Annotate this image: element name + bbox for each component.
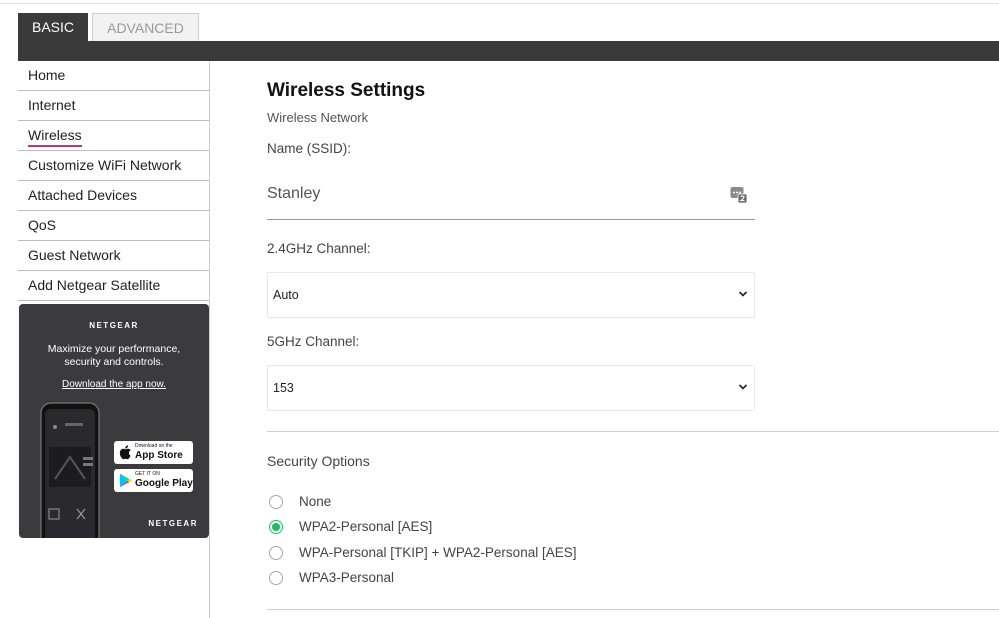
section-divider — [267, 609, 999, 610]
security-options-title: Security Options — [267, 453, 370, 469]
sidebar-item-qos[interactable]: QoS — [18, 211, 210, 241]
app-store-button[interactable]: Download on the App Store — [114, 441, 193, 464]
radio-label: WPA2-Personal [AES] — [299, 519, 433, 534]
radio-button[interactable] — [269, 546, 283, 560]
sidebar-item-attached-devices[interactable]: Attached Devices — [18, 181, 210, 211]
channel-5-label: 5GHz Channel: — [267, 334, 360, 349]
sidebar-item-add-satellite[interactable]: Add Netgear Satellite — [18, 271, 210, 301]
radio-button-selected[interactable] — [269, 520, 283, 534]
sidebar: Home Internet Wireless Customize WiFi Ne… — [18, 61, 210, 301]
sidebar-item-label: Home — [28, 67, 66, 83]
sidebar-item-guest-network[interactable]: Guest Network — [18, 241, 210, 271]
channel-5-value: 153 — [273, 381, 294, 395]
radio-label: WPA-Personal [TKIP] + WPA2-Personal [AES… — [299, 545, 577, 560]
apple-icon — [119, 445, 131, 460]
sidebar-item-label: Internet — [28, 97, 76, 113]
sidebar-item-wireless[interactable]: Wireless — [18, 121, 210, 151]
tab-basic[interactable]: BASIC — [18, 13, 88, 41]
sidebar-divider — [209, 61, 210, 618]
google-play-icon — [120, 473, 133, 488]
sidebar-item-label: Customize WiFi Network — [28, 157, 182, 173]
channel-5-select[interactable]: 153 — [267, 365, 755, 411]
header-bar — [18, 41, 999, 61]
download-app-link[interactable]: Download the app now. — [19, 379, 209, 390]
ssid-label: Name (SSID): — [267, 141, 352, 156]
channel-24-select[interactable]: Auto — [267, 272, 755, 318]
tab-advanced[interactable]: ADVANCED — [92, 13, 199, 41]
page-title: Wireless Settings — [267, 80, 426, 101]
app-store-small-text: Download on the — [135, 443, 173, 449]
google-play-button[interactable]: GET IT ON Google Play — [114, 469, 193, 492]
top-border — [0, 0, 999, 4]
google-play-small-text: GET IT ON — [135, 471, 160, 477]
radio-button[interactable] — [269, 495, 283, 509]
channel-24-label: 2.4GHz Channel: — [267, 241, 371, 256]
sidebar-item-label: Wireless — [28, 125, 82, 147]
ssid-input[interactable] — [267, 176, 707, 212]
sidebar-item-label: QoS — [28, 217, 57, 233]
radio-button[interactable] — [269, 571, 283, 585]
password-key-icon[interactable] — [730, 186, 747, 203]
sidebar-item-customize-wifi[interactable]: Customize WiFi Network — [18, 151, 210, 181]
sidebar-item-label: Add Netgear Satellite — [28, 277, 161, 293]
promo-footer-logo: NETGEAR — [148, 519, 198, 528]
sidebar-item-label: Attached Devices — [28, 187, 137, 203]
sidebar-item-home[interactable]: Home — [18, 61, 210, 91]
channel-24-value: Auto — [273, 288, 299, 302]
sidebar-item-internet[interactable]: Internet — [18, 91, 210, 121]
section-heading-wireless-network: Wireless Network — [267, 110, 369, 122]
chevron-down-icon — [738, 291, 748, 297]
chevron-down-icon — [738, 384, 748, 390]
app-store-label: App Store — [135, 450, 183, 461]
app-promo-banner: NETGEAR Maximize your performance, secur… — [19, 304, 209, 538]
promo-description: Maximize your performance, security and … — [47, 343, 181, 368]
ssid-field — [267, 176, 755, 220]
sidebar-item-label: Guest Network — [28, 247, 121, 263]
google-play-label: Google Play — [135, 478, 193, 489]
radio-label: None — [299, 494, 332, 509]
section-divider — [267, 431, 999, 432]
promo-brand-logo: NETGEAR — [89, 321, 139, 330]
radio-label: WPA3-Personal — [299, 570, 395, 585]
phone-image — [40, 402, 100, 538]
